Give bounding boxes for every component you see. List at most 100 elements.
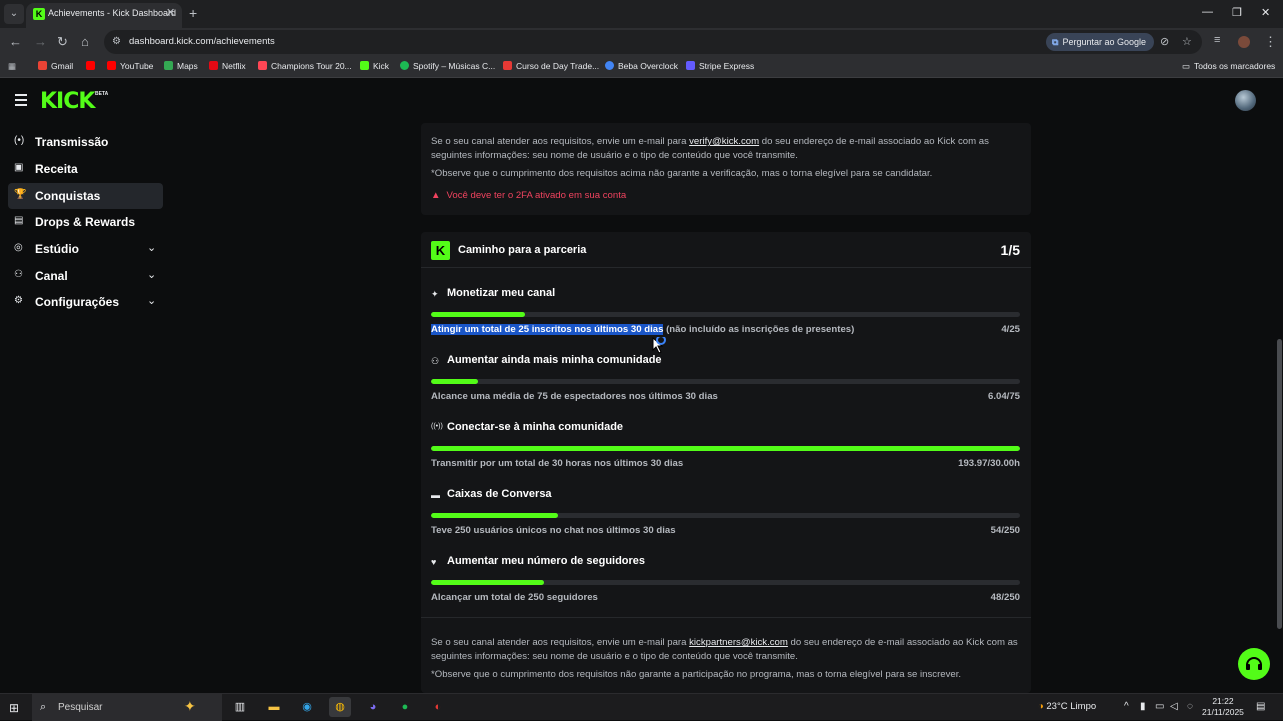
bookmark-youtube[interactable]: YouTube — [107, 61, 153, 71]
reload-icon[interactable]: ↻ — [57, 34, 68, 50]
windows-start-icon[interactable]: ⊞ — [9, 701, 19, 715]
youtube-icon — [107, 61, 116, 70]
bookmark-gmail[interactable]: Gmail — [38, 61, 73, 71]
verify-email-link[interactable]: verify@kick.com — [689, 136, 759, 147]
taskbar-search-placeholder: Pesquisar — [58, 702, 103, 713]
browser-tab-active[interactable]: K Achievements - Kick Dashboard ✕ — [26, 3, 182, 28]
clock-time: 21:22 — [1212, 696, 1234, 706]
valorant-icon — [258, 61, 267, 70]
eye-off-icon[interactable]: ⊘ — [1160, 35, 1169, 48]
sidebar-item-configuracoes[interactable]: ⚙ Configurações ⌄ — [8, 289, 163, 315]
goal-value: 54/250 — [990, 525, 1020, 536]
user-avatar[interactable] — [1235, 90, 1256, 111]
heart-icon: ♥ — [431, 557, 437, 567]
sidebar-item-conquistas[interactable]: 🏆 Conquistas — [8, 183, 163, 209]
sidebar-item-drops-rewards[interactable]: ▤ Drops & Rewards — [8, 209, 163, 235]
chevron-down-icon[interactable]: ⌄ — [147, 268, 156, 281]
close-tab-icon[interactable]: ✕ — [166, 6, 175, 19]
goal-description: Atingir um total de 25 inscritos nos últ… — [431, 324, 854, 335]
sidebar-item-label: Estúdio — [35, 242, 79, 256]
bookmark-label: Kick — [373, 61, 390, 71]
app-icon[interactable]: ◕ — [362, 697, 384, 717]
network-icon[interactable]: ▭ — [1155, 701, 1164, 712]
support-chat-button[interactable] — [1238, 648, 1270, 680]
ask-google-label: Perguntar ao Google — [1062, 37, 1146, 47]
file-explorer-icon[interactable]: ▬ — [263, 697, 285, 717]
sidebar-item-receita[interactable]: ▣ Receita — [8, 156, 163, 182]
maps-icon — [164, 61, 173, 70]
sidebar-item-transmissao[interactable]: (•) Transmissão — [8, 129, 163, 155]
ask-google-button[interactable]: ⧉ Perguntar ao Google — [1046, 33, 1154, 51]
goal-progress-fill — [431, 513, 559, 518]
bookmark-label: Netflix — [222, 61, 246, 71]
volume-icon[interactable]: ◁ — [1170, 701, 1178, 712]
bookmark-stripe[interactable]: Stripe Express — [686, 61, 754, 71]
address-bar[interactable]: ⚙ dashboard.kick.com/achievements ⧉ Pergu… — [104, 30, 1202, 54]
home-icon[interactable]: ⌂ — [81, 34, 89, 49]
weather-widget[interactable]: ◑ 23°C Limpo — [1038, 701, 1096, 712]
apps-grid-icon[interactable]: ▦ — [8, 61, 16, 72]
taskbar-search[interactable]: ⌕ Pesquisar ✦ — [32, 694, 222, 721]
bookmark-day-trade[interactable]: Curso de Day Trade... — [503, 61, 599, 71]
sidebar-item-canal[interactable]: ⚇ Canal ⌄ — [8, 263, 163, 289]
bookmark-label: Gmail — [51, 61, 74, 71]
bookmark-youtube-short[interactable] — [86, 61, 99, 71]
site-info-icon[interactable]: ⚙ — [112, 36, 121, 47]
goal-progress-bar — [431, 312, 1020, 317]
tray-chevron-up-icon[interactable]: ^ — [1124, 701, 1129, 712]
new-tab-button[interactable]: + — [189, 5, 197, 21]
bookmark-maps[interactable]: Maps — [164, 61, 198, 71]
notifications-icon[interactable]: ▤ — [1256, 701, 1265, 712]
spotify-icon[interactable]: ● — [394, 697, 416, 717]
windows-taskbar: ⊞ ⌕ Pesquisar ✦ ▥ ▬ ◉ ◍ ◕ ● ◐ ◑ 23°C Lim… — [0, 693, 1283, 721]
forward-arrow-icon[interactable]: → — [34, 34, 47, 49]
edge-icon[interactable]: ◉ — [296, 697, 318, 717]
bookmark-overclock[interactable]: Beba Overclock — [605, 61, 678, 71]
all-bookmarks-folder[interactable]: ▭ Todos os marcadores — [1182, 61, 1275, 72]
overclock-icon — [605, 61, 614, 70]
browser-tab-strip: ⌄ K Achievements - Kick Dashboard ✕ + — … — [0, 0, 1283, 28]
browser-menu-icon[interactable]: ⋮ — [1264, 34, 1277, 50]
back-arrow-icon[interactable]: ← — [9, 34, 22, 49]
kick-logo-icon: K — [431, 241, 450, 260]
close-window-button[interactable]: ✕ — [1261, 6, 1270, 19]
media-control-icon[interactable]: ≡ — [1214, 34, 1220, 46]
broadcast-icon: (•) — [14, 135, 25, 146]
chevron-down-icon[interactable]: ⌄ — [147, 241, 156, 254]
google-lens-icon: ⧉ — [1052, 37, 1059, 47]
goal-description-rest: (não incluído as inscrições de presentes… — [663, 324, 855, 335]
obs-icon[interactable]: ◐ — [427, 697, 449, 717]
kick-logo[interactable]: KICK — [40, 89, 95, 114]
sidebar-item-estudio[interactable]: ◎ Estúdio ⌄ — [8, 236, 163, 262]
menu-icon[interactable] — [15, 94, 27, 109]
tab-search-button[interactable]: ⌄ — [4, 4, 24, 24]
weather-text: 23°C Limpo — [1046, 701, 1097, 712]
url-text[interactable]: dashboard.kick.com/achievements — [129, 36, 275, 47]
partnership-card: K Caminho para a parceria 1/5 ✦ Monetiza… — [421, 232, 1031, 693]
clock-date: 21/11/2025 — [1202, 707, 1244, 717]
microphone-icon[interactable]: ▮ — [1140, 701, 1146, 712]
task-view-icon[interactable]: ▥ — [229, 697, 251, 717]
battery-icon[interactable]: ◌ — [1187, 701, 1193, 712]
broadcast-icon: ((•)) — [431, 423, 443, 430]
bookmark-spotify[interactable]: Spotify – Músicas C... — [400, 61, 495, 71]
bookmark-kick[interactable]: Kick — [360, 61, 389, 71]
partnership-footer-text: Se o seu canal atender aos requisitos, e… — [431, 636, 1021, 664]
minimize-window-button[interactable]: — — [1202, 6, 1213, 18]
profile-avatar[interactable] — [1238, 36, 1250, 48]
chevron-down-icon[interactable]: ⌄ — [147, 294, 156, 307]
sidebar-item-label: Receita — [35, 162, 78, 176]
bookmark-champions-tour[interactable]: Champions Tour 20... — [258, 61, 352, 71]
taskbar-clock[interactable]: 21:22 21/11/2025 — [1202, 696, 1244, 718]
bookmark-netflix[interactable]: Netflix — [209, 61, 246, 71]
goal-description: Teve 250 usuários únicos no chat nos últ… — [431, 525, 676, 536]
chrome-icon[interactable]: ◍ — [329, 697, 351, 717]
restore-window-button[interactable]: ❐ — [1232, 6, 1242, 19]
bookmark-star-icon[interactable]: ☆ — [1182, 35, 1192, 48]
wallet-icon: ▣ — [14, 162, 24, 173]
stripe-icon — [686, 61, 695, 70]
tab-title: Achievements - Kick Dashboard — [48, 8, 177, 18]
goal-title: Caixas de Conversa — [447, 488, 552, 500]
kickpartners-email-link[interactable]: kickpartners@kick.com — [689, 637, 788, 648]
page-scrollbar[interactable] — [1277, 339, 1282, 629]
